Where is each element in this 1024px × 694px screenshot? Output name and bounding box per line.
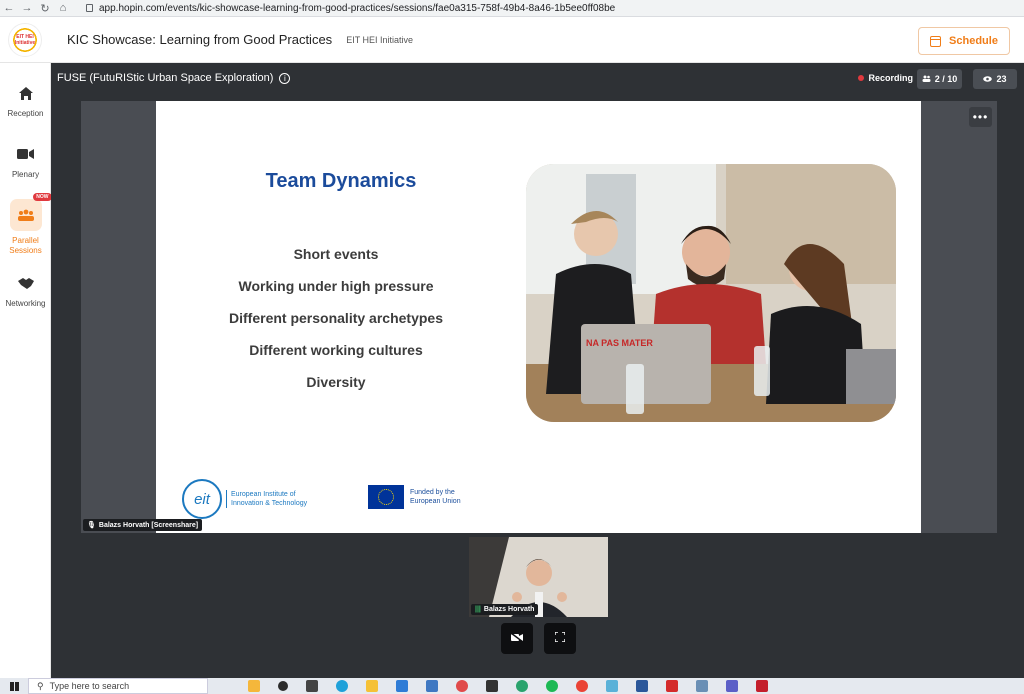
start-button[interactable] — [0, 678, 28, 694]
event-logo[interactable]: EIT HEI Initiative — [8, 22, 42, 57]
eye-icon — [983, 74, 993, 84]
slide-title: Team Dynamics — [265, 170, 417, 192]
camera-name-label: ||| Balazs Horvath — [471, 604, 539, 615]
svg-text:NA PAS MATER: NA PAS MATER — [586, 338, 653, 348]
cortana-icon[interactable] — [278, 681, 288, 691]
group-icon: NOW — [9, 193, 52, 231]
eit-org-line: European Institute of — [231, 491, 296, 498]
teams-icon[interactable] — [726, 680, 738, 692]
windows-logo-icon — [9, 681, 19, 691]
forward-icon[interactable]: → — [18, 2, 36, 14]
now-badge: NOW — [33, 193, 52, 201]
recording-dot-icon — [858, 75, 865, 81]
eu-funding-logo: Funded by the European Union — [368, 485, 461, 509]
sidebar-item-parallel-sessions[interactable]: NOW Parallel Sessions — [0, 193, 52, 256]
address-bar[interactable]: app.hopin.com/events/kic-showcase-learni… — [86, 3, 615, 14]
more-options-button[interactable]: ••• — [969, 107, 992, 127]
task-view-icon[interactable] — [306, 680, 318, 692]
participants-count[interactable]: 2 / 10 — [917, 69, 962, 89]
acrobat-icon[interactable] — [666, 680, 678, 692]
event-organizer[interactable]: EIT HEI Initiative — [346, 35, 413, 45]
file-explorer-icon[interactable] — [366, 680, 378, 692]
eit-logo-mark: eit — [182, 479, 222, 519]
schedule-button[interactable]: Schedule — [918, 27, 1010, 55]
weather-icon[interactable] — [248, 680, 260, 692]
info-icon[interactable]: i — [279, 72, 291, 84]
reload-icon[interactable]: ↻ — [36, 2, 54, 15]
recording-indicator: Recording — [858, 73, 913, 83]
screenshare-presenter-label: 🎙 Balazs Horvath [Screenshare] — [83, 519, 203, 531]
app-icon[interactable] — [606, 680, 618, 692]
session-stage: FUSE (FutuRIStic Urban Space Exploration… — [51, 63, 1024, 678]
fullscreen-button[interactable] — [544, 623, 576, 654]
event-title: KIC Showcase: Learning from Good Practic… — [67, 32, 333, 47]
microphone-muted-icon: 🎙 — [87, 522, 96, 529]
home-browser-icon[interactable]: ⌂ — [54, 2, 72, 14]
eu-flag-icon — [368, 485, 404, 509]
session-title: FUSE (FutuRIStic Urban Space Exploration… — [57, 72, 274, 84]
presenter-camera-tile[interactable]: ||| Balazs Horvath — [469, 537, 608, 617]
sidebar: Reception Plenary NOW Parallel Sessions … — [0, 63, 52, 678]
search-icon: ⚲ — [37, 680, 44, 691]
mail-icon[interactable] — [426, 680, 438, 692]
home-icon — [16, 83, 36, 103]
eu-text-line: Funded by the — [410, 489, 455, 496]
back-icon[interactable]: ← — [0, 2, 18, 14]
session-header: FUSE (FutuRIStic Urban Space Exploration… — [51, 63, 1024, 93]
chrome-icon[interactable] — [576, 680, 588, 692]
video-camera-icon — [16, 144, 36, 164]
people-icon — [922, 74, 931, 84]
audio-level-icon: ||| — [475, 606, 481, 613]
screenshare-frame[interactable]: Team Dynamics Short events Working under… — [81, 101, 997, 533]
maps-icon[interactable] — [516, 680, 528, 692]
photos-icon[interactable] — [696, 680, 708, 692]
slide-bullet: Short events — [293, 246, 379, 262]
word-icon[interactable] — [636, 680, 648, 692]
slide-bullet: Different working cultures — [249, 342, 423, 358]
handshake-icon — [16, 273, 36, 293]
chat-icon[interactable] — [456, 680, 468, 692]
app-header: EIT HEI Initiative KIC Showcase: Learnin… — [0, 17, 1024, 63]
camera-off-icon — [510, 631, 524, 645]
slide-bullet: Diversity — [306, 374, 366, 390]
browser-toolbar: ← → ↻ ⌂ app.hopin.com/events/kic-showcas… — [0, 0, 1024, 17]
calendar-icon — [930, 35, 942, 47]
eit-logo: eit European Institute of Innovation & T… — [182, 479, 307, 519]
windows-taskbar: ⚲ Type here to search — [0, 678, 1024, 694]
fullscreen-icon — [554, 631, 566, 645]
sidebar-item-networking[interactable]: Networking — [0, 273, 51, 308]
sidebar-item-plenary[interactable]: Plenary — [0, 144, 51, 179]
lock-icon — [86, 4, 93, 12]
eu-text-line: European Union — [410, 498, 461, 505]
eit-org-line: Innovation & Technology — [231, 500, 308, 507]
mcafee-icon[interactable] — [756, 680, 768, 692]
slide-bullet: Working under high pressure — [238, 278, 434, 294]
store-icon[interactable] — [396, 680, 408, 692]
slide-bullet: Different personality archetypes — [229, 310, 443, 326]
taskbar-search[interactable]: ⚲ Type here to search — [28, 678, 208, 694]
spotify-icon[interactable] — [546, 680, 558, 692]
edge-icon[interactable] — [336, 680, 348, 692]
viewers-count[interactable]: 23 — [973, 69, 1017, 89]
sidebar-item-reception[interactable]: Reception — [0, 83, 51, 118]
presentation-slide: Team Dynamics Short events Working under… — [156, 101, 921, 533]
camera-off-button[interactable] — [501, 623, 533, 654]
url-text: app.hopin.com/events/kic-showcase-learni… — [99, 2, 616, 14]
app-icon[interactable] — [486, 680, 498, 692]
team-photo: NA PAS MATER — [526, 164, 896, 422]
